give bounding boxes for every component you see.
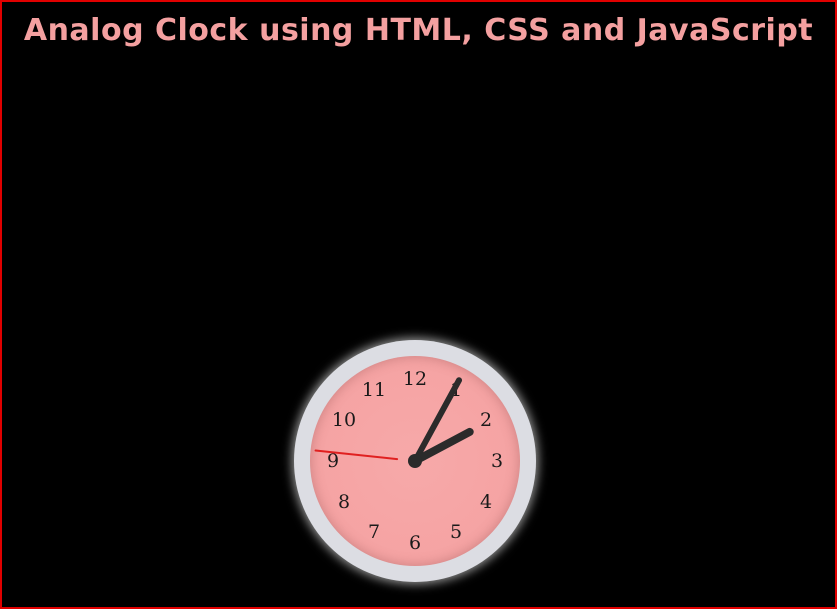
page-title: Analog Clock using HTML, CSS and JavaScr… — [23, 13, 814, 48]
second-hand — [314, 449, 399, 461]
analog-clock: 121234567891011 — [294, 340, 536, 582]
page-frame: Analog Clock using HTML, CSS and JavaScr… — [0, 0, 837, 609]
clock-hands — [314, 377, 474, 468]
clock-center-pin — [408, 454, 422, 468]
